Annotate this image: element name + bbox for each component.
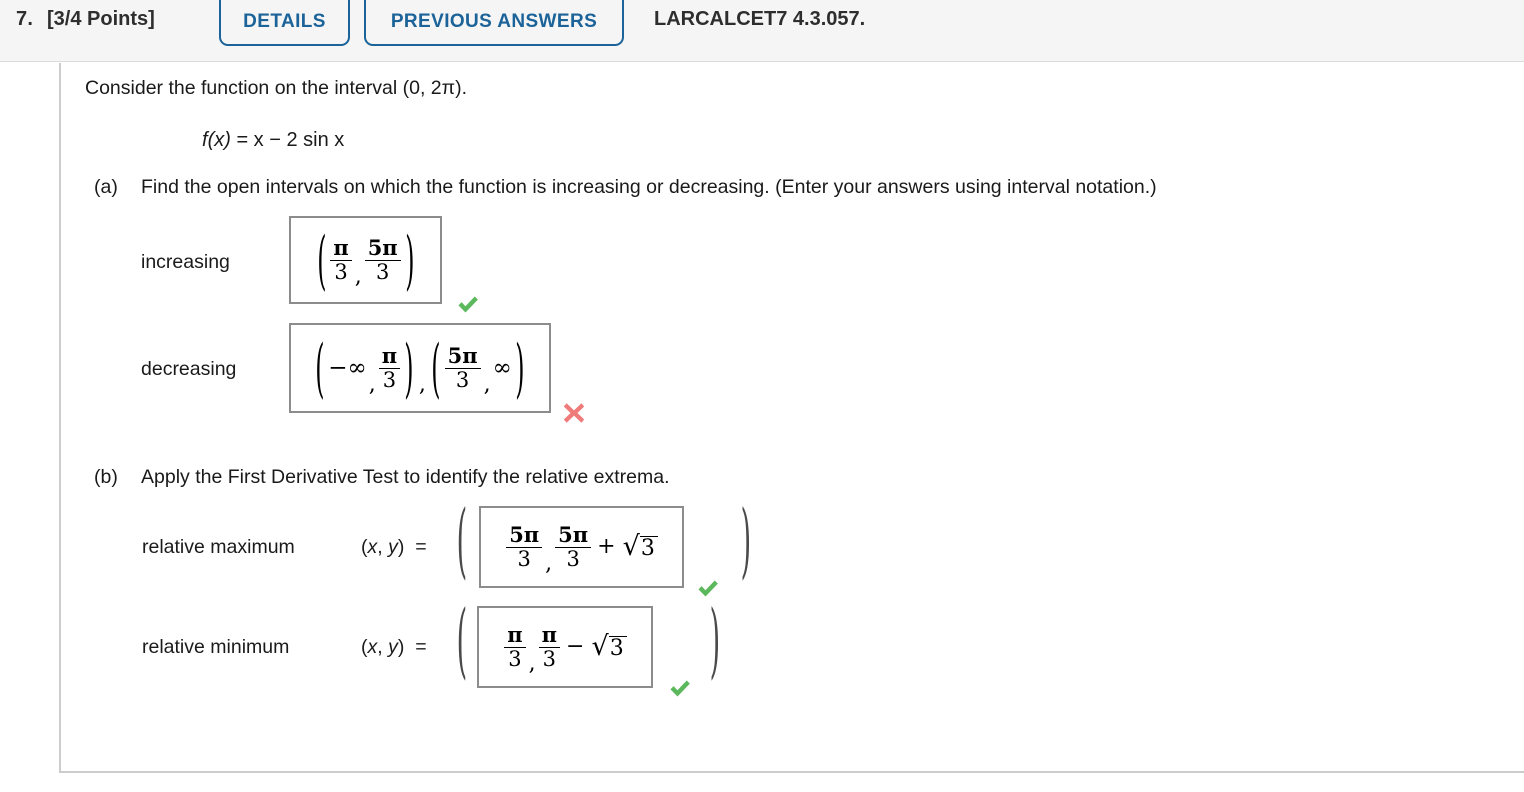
- fraction-y-value: π 3: [538, 624, 561, 671]
- fraction-5pi-over-3: 5π 3: [364, 237, 401, 284]
- relative-maximum-answer-box[interactable]: 5π 3 , 5π 3 + √ 3: [479, 506, 684, 588]
- fraction-numerator: 5π: [555, 524, 592, 548]
- square-root-expression: √ 3: [622, 531, 658, 562]
- fraction-denominator: 3: [375, 259, 390, 284]
- fraction-pi-over-3: π 3: [330, 237, 352, 284]
- coord-paren-close: ): [397, 536, 405, 558]
- equals-sign: =: [415, 636, 427, 658]
- previous-answers-button[interactable]: PREVIOUS ANSWERS: [364, 0, 624, 46]
- previous-answers-button-label: PREVIOUS ANSWERS: [390, 11, 598, 32]
- equals-sign: =: [415, 536, 427, 558]
- decreasing-answer-box[interactable]: ( −∞ , π 3 ) , ( 5π 3 , ∞ ): [289, 323, 551, 413]
- outer-paren-close-icon: ): [709, 595, 721, 690]
- decreasing-label: decreasing: [141, 358, 237, 380]
- relative-maximum-answer-math: 5π 3 , 5π 3 + √ 3: [505, 524, 658, 574]
- coord-x-symbol: x: [367, 636, 378, 658]
- radicand: 3: [608, 636, 627, 660]
- relative-minimum-coordinate-label: (x, y) =: [361, 636, 427, 659]
- interval-separator: ,: [418, 371, 426, 397]
- fraction-y-value: 5π 3: [555, 524, 592, 571]
- coord-y-symbol: y: [388, 536, 398, 558]
- coord-separator: ,: [377, 636, 389, 658]
- paren-close-icon: ): [404, 331, 414, 405]
- paren-open-icon: (: [316, 223, 327, 297]
- function-definition: f(x) = x − 2 sin x: [202, 129, 344, 152]
- cross-mark-icon: [563, 403, 585, 423]
- decreasing-answer-math: ( −∞ , π 3 ) , ( 5π 3 , ∞ ): [312, 336, 527, 400]
- increasing-label: increasing: [141, 251, 230, 273]
- radical-sign-icon: √: [622, 531, 640, 562]
- coord-x-symbol: x: [367, 536, 378, 558]
- details-button[interactable]: DETAILS: [219, 0, 350, 46]
- part-a-prompt: Find the open intervals on which the fun…: [141, 176, 1157, 198]
- points-badge: [3/4 Points]: [47, 8, 155, 30]
- minus-operator: −: [566, 634, 585, 659]
- details-button-label: DETAILS: [243, 11, 326, 32]
- comma-separator: ,: [354, 263, 362, 289]
- fraction-x-value: π 3: [504, 624, 526, 671]
- paren-open-icon: (: [315, 331, 326, 405]
- relative-minimum-answer-math: π 3 , π 3 − √ 3: [503, 624, 627, 674]
- part-b-prompt: Apply the First Derivative Test to ident…: [141, 466, 670, 488]
- plus-operator: +: [597, 534, 616, 559]
- fraction-denominator: 3: [542, 646, 557, 671]
- coord-paren-close: ): [397, 636, 405, 658]
- radicand: 3: [639, 536, 658, 560]
- fraction-denominator: 3: [508, 646, 522, 671]
- outer-paren-close-icon: ): [740, 495, 752, 590]
- comma-separator: ,: [528, 650, 536, 676]
- fraction-denominator: 3: [455, 367, 470, 392]
- relative-maximum-label: relative maximum: [142, 536, 295, 558]
- paren-close-icon: ): [514, 331, 525, 405]
- function-body: = x − 2 sin x: [230, 129, 345, 151]
- checkmark-icon: [458, 296, 478, 313]
- coord-separator: ,: [377, 536, 389, 558]
- question-number: 7.: [16, 8, 34, 30]
- increasing-answer-box[interactable]: ( π 3 , 5π 3 ): [289, 216, 442, 304]
- outer-paren-open-icon: (: [456, 595, 468, 690]
- fraction-denominator: 3: [382, 367, 397, 392]
- fraction-numerator: 5π: [444, 345, 481, 369]
- radical-sign-icon: √: [591, 631, 609, 662]
- question-content-panel: Consider the function on the interval (0…: [59, 63, 1524, 773]
- relative-minimum-label: relative minimum: [142, 636, 290, 658]
- fraction-numerator: π: [330, 237, 352, 261]
- increasing-answer-math: ( π 3 , 5π 3 ): [314, 228, 418, 292]
- fraction-pi-over-3: π 3: [378, 345, 401, 392]
- fraction-denominator: 3: [566, 546, 580, 571]
- part-a-marker: (a): [94, 176, 118, 198]
- outer-paren-open-icon: (: [456, 495, 468, 590]
- relative-maximum-coordinate-label: (x, y) =: [361, 536, 427, 559]
- negative-infinity: −∞: [328, 354, 367, 381]
- paren-close-icon: ): [404, 223, 415, 297]
- problem-intro-text: Consider the function on the interval (0…: [85, 77, 467, 99]
- fraction-denominator: 3: [334, 259, 348, 284]
- fraction-numerator: π: [538, 624, 561, 648]
- relative-minimum-answer-box[interactable]: π 3 , π 3 − √ 3: [477, 606, 653, 688]
- question-header-bar: 7. [3/4 Points] DETAILS PREVIOUS ANSWERS…: [0, 0, 1524, 62]
- positive-infinity: ∞: [492, 354, 512, 381]
- function-argument: (x): [207, 129, 231, 151]
- comma-separator: ,: [483, 371, 491, 397]
- part-b-marker: (b): [94, 466, 118, 488]
- fraction-numerator: π: [504, 624, 526, 648]
- checkmark-icon: [670, 680, 690, 697]
- textbook-reference-code: LARCALCET7 4.3.057.: [654, 8, 866, 30]
- coord-y-symbol: y: [388, 636, 398, 658]
- fraction-denominator: 3: [517, 546, 531, 571]
- fraction-x-value: 5π 3: [506, 524, 543, 571]
- fraction-numerator: π: [378, 345, 401, 369]
- comma-separator: ,: [368, 371, 376, 397]
- fraction-numerator: 5π: [506, 524, 543, 548]
- fraction-numerator: 5π: [364, 237, 401, 261]
- fraction-5pi-over-3: 5π 3: [444, 345, 481, 392]
- comma-separator: ,: [545, 550, 553, 576]
- square-root-expression: √ 3: [591, 631, 627, 662]
- paren-open-icon: (: [431, 331, 441, 405]
